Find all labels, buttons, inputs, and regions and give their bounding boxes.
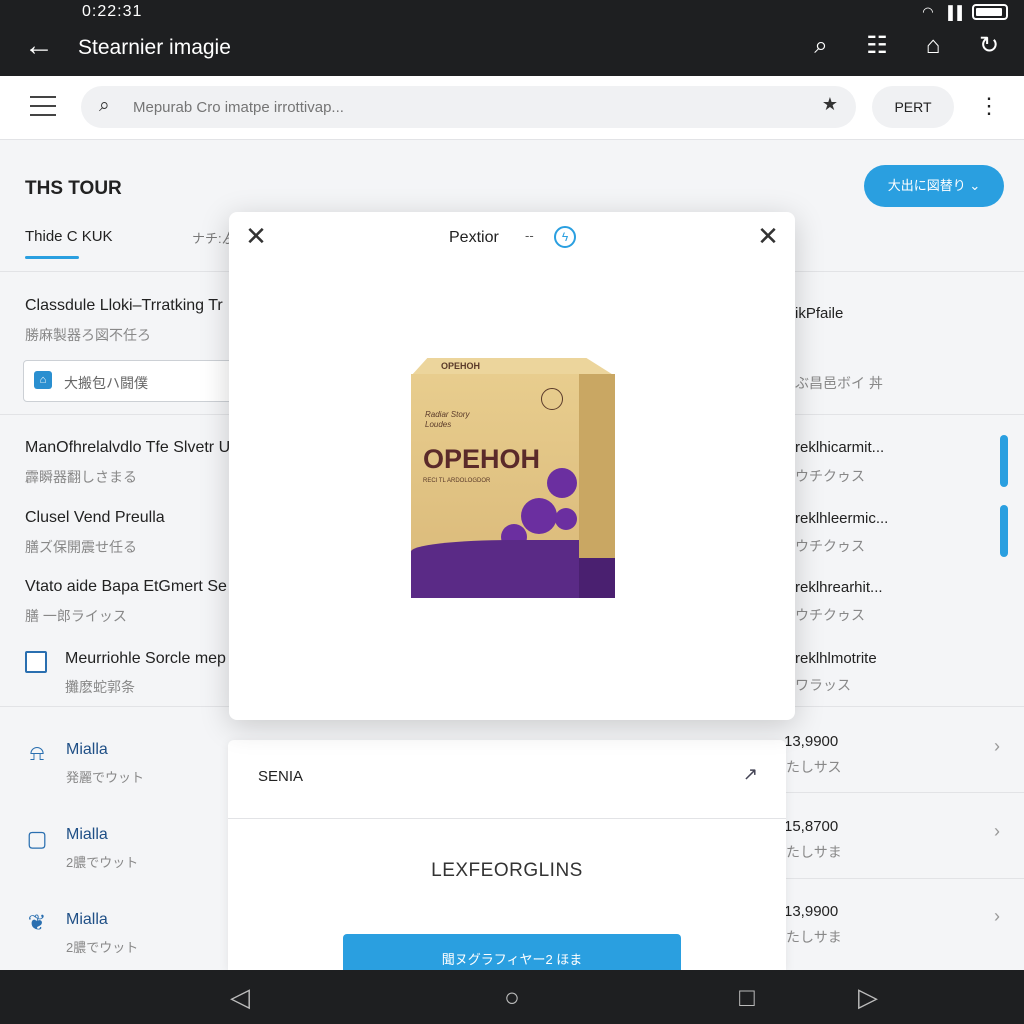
detail-panel: SENIA ↗ LEXFEORGLINS 聞ヌグラフィヤー2 ほま <box>228 740 786 970</box>
divider <box>228 818 786 819</box>
right-row-title[interactable]: reklhicarmit... <box>795 439 884 456</box>
search-icon: ⌕ <box>99 95 110 116</box>
scroll-indicator[interactable] <box>1000 505 1008 557</box>
panel-name: LEXFEORGLINS <box>431 860 583 881</box>
bird-icon: ❦ <box>27 910 47 935</box>
bell-icon: ⍾ <box>29 740 45 765</box>
section-subtitle: 勝麻製器ろ図不任ろ <box>25 327 151 343</box>
filter-icon: ⌂ <box>34 371 52 389</box>
close-icon[interactable]: ✕ <box>753 222 783 252</box>
back-arrow-icon[interactable]: ← <box>22 30 56 64</box>
lightning-icon[interactable]: ϟ <box>554 226 576 248</box>
flower-icon <box>521 498 557 534</box>
panel-heading: SENIA <box>258 768 304 785</box>
box-purple-band <box>411 540 579 598</box>
product-image: OPEHOH Radiar Story Loudes OPEHOH RECI TL… <box>411 358 615 598</box>
list-item-title[interactable]: Mialla <box>66 911 108 929</box>
chevron-right-icon[interactable]: › <box>994 821 1000 842</box>
expand-icon[interactable]: ↗ <box>743 764 758 785</box>
right-row-sub: ワラッス <box>795 677 851 693</box>
section-title: Classdule Lloki–Trratking Tr <box>25 297 223 314</box>
battery-icon <box>972 4 1008 20</box>
list-item-sub: 発麗でウット <box>66 770 145 785</box>
tab-active[interactable]: Thide C KUK <box>25 228 113 259</box>
right-header: ikPfaile <box>795 305 844 322</box>
box-brand: OPEHOH <box>423 444 541 474</box>
home-circle-icon[interactable]: ○ <box>494 980 530 1014</box>
search-input[interactable] <box>133 94 813 120</box>
list-item-title[interactable]: Mialla <box>66 741 108 759</box>
flower-icon <box>547 468 577 498</box>
page-title: THS TOUR <box>25 178 122 199</box>
list-row-subtitle: 膳ズ保開震せ任る <box>25 539 137 555</box>
app-header: 0:22:31 ◠ ▐▐ ← Stearnier imagie ⌕ ☷ ⌂ ↻ <box>0 0 1024 76</box>
more-options-icon[interactable]: ⋮ <box>975 94 1003 122</box>
divider <box>786 878 1024 879</box>
right-row-title[interactable]: reklhleermic... <box>795 510 888 527</box>
modal-title: Pextior <box>449 229 499 246</box>
back-triangle-icon[interactable]: ◁ <box>222 980 258 1014</box>
modal-separator: -- <box>525 228 534 243</box>
close-icon[interactable]: ✕ <box>241 222 271 252</box>
right-row-sub: ウチクゥス <box>795 468 865 484</box>
refresh-icon[interactable]: ↻ <box>974 30 1004 62</box>
panel-action-button[interactable]: 聞ヌグラフィヤー2 ほま <box>343 934 681 970</box>
scroll-indicator[interactable] <box>1000 435 1008 487</box>
box-header-text: OPEHOH <box>441 361 481 371</box>
box-small-text: RECI TL ARDOLOGDOR <box>423 478 491 484</box>
system-navbar: ◁ ○ □ ▷ <box>0 970 1024 1024</box>
amount-value: 13,9900 <box>784 733 839 750</box>
list-row-title[interactable]: ManOfhrelalvdlo Tfe Slvetr Ur <box>25 439 235 457</box>
list-row-title[interactable]: Clusel Vend Preulla <box>25 509 165 527</box>
amount-sub: たしサま <box>786 929 842 945</box>
search-icon[interactable]: ⌕ <box>806 30 836 62</box>
signal-icon: ▐▐ <box>943 4 962 20</box>
star-icon[interactable]: ★ <box>822 94 838 115</box>
list-item-sub: 2膿でウット <box>66 855 139 870</box>
list-item-sub: 2膿でウット <box>66 940 139 955</box>
app-title: Stearnier imagie <box>78 36 231 59</box>
flower-icon <box>555 508 577 530</box>
status-time: 0:22:31 <box>82 3 143 20</box>
chevron-right-icon[interactable]: › <box>994 906 1000 927</box>
list-item-title[interactable]: Mialla <box>66 826 108 844</box>
amount-value: 13,9900 <box>784 903 839 920</box>
forward-triangle-icon[interactable]: ▷ <box>850 980 886 1014</box>
square-icon: ▢ <box>26 826 48 851</box>
amount-value: 15,8700 <box>784 818 839 835</box>
home-icon[interactable]: ⌂ <box>918 30 948 62</box>
right-row-sub: ウチクゥス <box>795 538 865 554</box>
status-icons: ◠ ▐▐ <box>922 4 1008 20</box>
box-side-purple <box>579 558 615 598</box>
filter-field[interactable]: ⌂ 大搬包ハ闘僕 <box>23 360 243 402</box>
menu-icon[interactable] <box>30 96 56 116</box>
right-row-title[interactable]: reklhlmotrite <box>795 650 877 667</box>
appbar-actions: ⌕ ☷ ⌂ ↻ <box>806 30 1004 62</box>
wifi-icon: ◠ <box>922 4 934 19</box>
list-row-subtitle: 霹瞬器翻しさまる <box>25 469 137 485</box>
box-tagline: Radiar Story Loudes <box>425 410 470 429</box>
seal-icon <box>541 388 563 410</box>
pert-button[interactable]: PERT <box>872 86 954 128</box>
amount-sub: たしサま <box>786 844 842 860</box>
right-row-sub: ウチクゥス <box>795 607 865 623</box>
image-preview-modal: ✕ Pextior -- ϟ ✕ OPEHOH Radiar Story Loud… <box>229 212 795 720</box>
divider <box>786 792 1024 793</box>
right-row-title[interactable]: reklhrearhit... <box>795 579 883 596</box>
search-box[interactable]: ⌕ ★ <box>81 86 856 128</box>
primary-action-button[interactable]: 大出に図替り ⌄ <box>864 165 1004 207</box>
scan-icon[interactable]: ☷ <box>862 30 892 62</box>
row-checkbox[interactable] <box>25 651 47 673</box>
filter-placeholder: 大搬包ハ闘僕 <box>64 375 148 391</box>
amount-sub: たしサス <box>786 759 842 775</box>
search-row: ⌕ ★ PERT ⋮ <box>0 76 1024 140</box>
recents-square-icon[interactable]: □ <box>729 980 765 1014</box>
right-header-sub: ぶ昌邑ボイ 丼 <box>795 375 883 391</box>
list-row-subtitle: 膳 一郎ライッス <box>25 608 127 624</box>
list-row-title[interactable]: Vtato aide Bapa EtGmert Se <box>25 578 227 596</box>
chevron-down-icon: ⌄ <box>969 178 981 193</box>
list-row-subtitle: 攤麽蛇郭条 <box>65 679 135 695</box>
chevron-right-icon[interactable]: › <box>994 736 1000 757</box>
list-row-title[interactable]: Meurriohle Sorcle mep <box>65 650 226 668</box>
